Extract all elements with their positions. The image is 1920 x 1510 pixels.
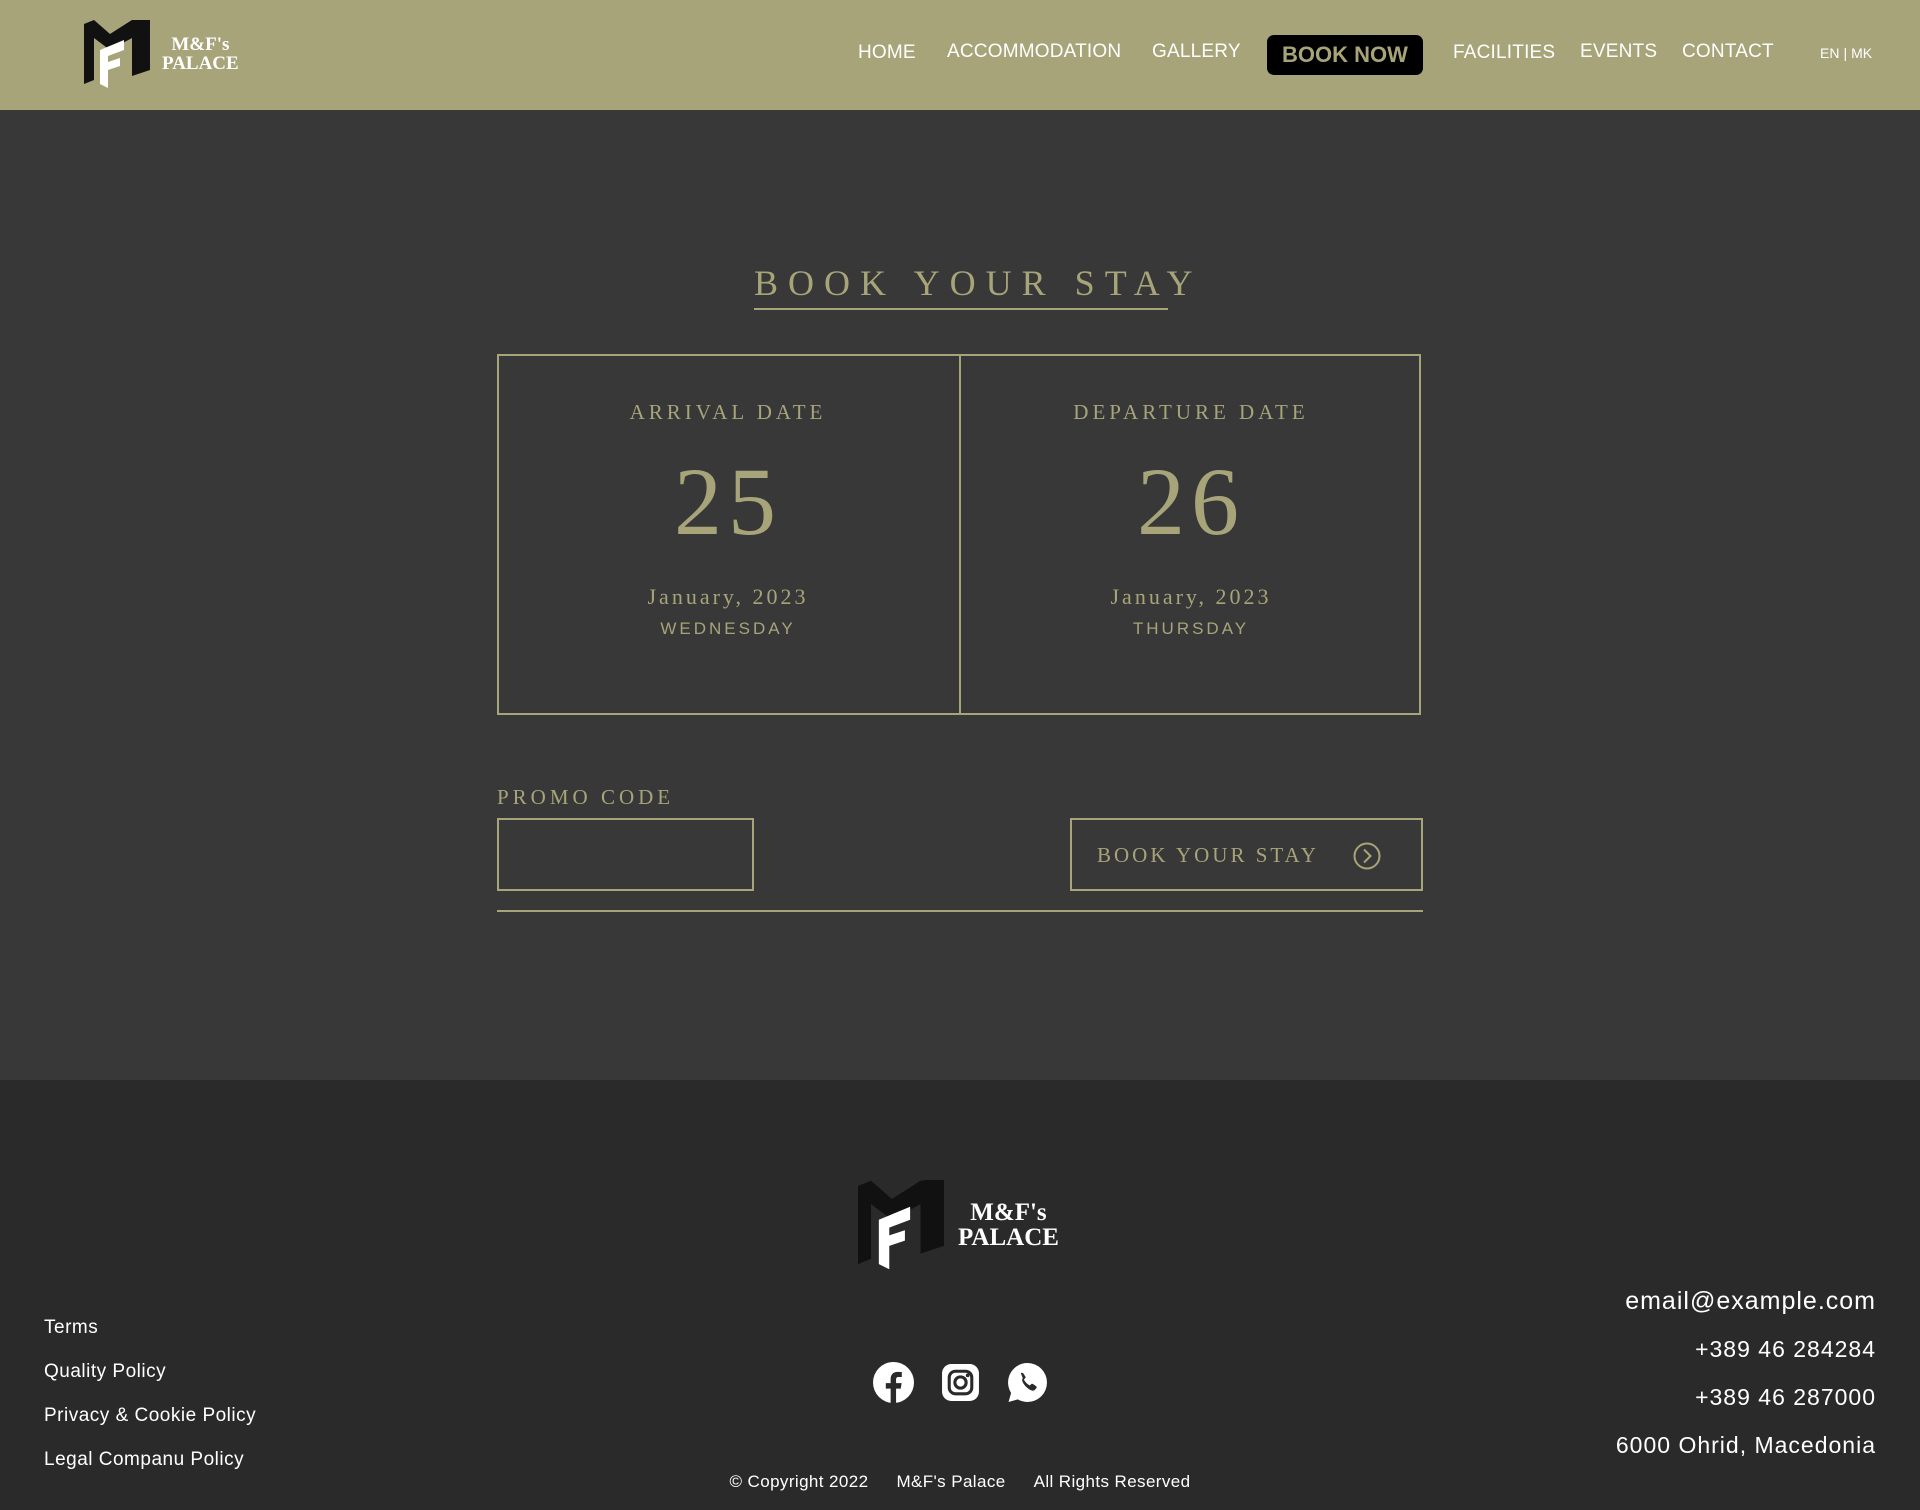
nav-events[interactable]: EVENTS — [1580, 41, 1657, 63]
contact-phone-2[interactable]: +389 46 287000 — [1616, 1381, 1876, 1413]
contact-address: 6000 Ohrid, Macedonia — [1615, 1432, 1876, 1458]
title-underline — [754, 308, 1168, 310]
arrival-day: 25 — [674, 448, 782, 555]
footer-link-legal-policy[interactable]: Legal Companu Policy — [44, 1448, 256, 1472]
logo-mark-icon — [858, 1180, 944, 1270]
whatsapp-icon[interactable] — [1007, 1362, 1048, 1403]
footer-link-quality-policy[interactable]: Quality Policy — [44, 1360, 256, 1384]
logo-line2: PALACE — [958, 1224, 1059, 1251]
arrival-label: ARRIVAL DATE — [629, 400, 827, 424]
arrival-weekday: WEDNESDAY — [660, 619, 796, 638]
departure-label: DEPARTURE DATE — [1073, 400, 1309, 424]
nav-home[interactable]: HOME — [858, 42, 916, 64]
social-links — [873, 1362, 1048, 1403]
lang-en[interactable]: EN — [1820, 45, 1839, 61]
footer-link-terms[interactable]: Terms — [44, 1316, 256, 1340]
lang-separator: | — [1843, 45, 1848, 61]
nav-facilities[interactable]: FACILITIES — [1453, 42, 1555, 64]
copyright-name: M&F's Palace — [896, 1472, 1006, 1491]
departure-day: 26 — [1137, 448, 1245, 555]
lang-mk[interactable]: MK — [1851, 45, 1872, 61]
footer-link-privacy-cookie-policy[interactable]: Privacy & Cookie Policy — [44, 1404, 256, 1428]
book-your-stay-button[interactable]: BOOK YOUR STAY — [1070, 818, 1423, 891]
contact-email[interactable]: email@example.com — [1616, 1285, 1876, 1317]
footer-logo[interactable]: M&F's PALACE — [858, 1180, 1059, 1270]
main-nav: HOME ACCOMMODATION GALLERY BOOK NOW FACI… — [0, 0, 1920, 110]
form-underline — [497, 910, 1423, 912]
site-header: M&F's PALACE HOME ACCOMMODATION GALLERY … — [0, 0, 1920, 110]
departure-date-picker[interactable]: DEPARTURE DATE 26 January, 2023 THURSDAY — [960, 354, 1422, 715]
nav-gallery[interactable]: GALLERY — [1152, 41, 1241, 63]
language-switcher: EN | MK — [1820, 45, 1872, 61]
nav-contact[interactable]: CONTACT — [1682, 41, 1774, 63]
instagram-icon[interactable] — [940, 1362, 981, 1403]
site-footer: M&F's PALACE Terms Quality Policy Privac… — [0, 1080, 1920, 1510]
copyright-notice: © Copyright 2022 — [729, 1472, 869, 1491]
copyright-rights: All Rights Reserved — [1033, 1472, 1191, 1491]
departure-month-year: January, 2023 — [1110, 584, 1272, 609]
facebook-icon[interactable] — [873, 1362, 914, 1403]
arrival-month-year: January, 2023 — [647, 584, 809, 609]
logo-wordmark: M&F's PALACE — [958, 1200, 1059, 1250]
footer-links: Terms Quality Policy Privacy & Cookie Po… — [44, 1316, 256, 1492]
promo-code-input[interactable] — [497, 818, 754, 891]
page-title: BOOK YOUR STAY — [754, 263, 1203, 303]
promo-code-label: PROMO CODE — [497, 785, 675, 809]
arrival-date-picker[interactable]: ARRIVAL DATE 25 January, 2023 WEDNESDAY — [497, 354, 959, 715]
contact-info: email@example.com +389 46 284284 +389 46… — [1616, 1285, 1876, 1477]
chevron-right-circle-icon — [1352, 841, 1382, 877]
nav-accommodation[interactable]: ACCOMMODATION — [947, 41, 1121, 63]
logo-line1: M&F's — [970, 1199, 1047, 1226]
contact-phone-1[interactable]: +389 46 284284 — [1616, 1333, 1876, 1365]
book-now-button[interactable]: BOOK NOW — [1267, 35, 1423, 75]
departure-weekday: THURSDAY — [1132, 619, 1250, 638]
book-your-stay-label: BOOK YOUR STAY — [1097, 843, 1319, 867]
